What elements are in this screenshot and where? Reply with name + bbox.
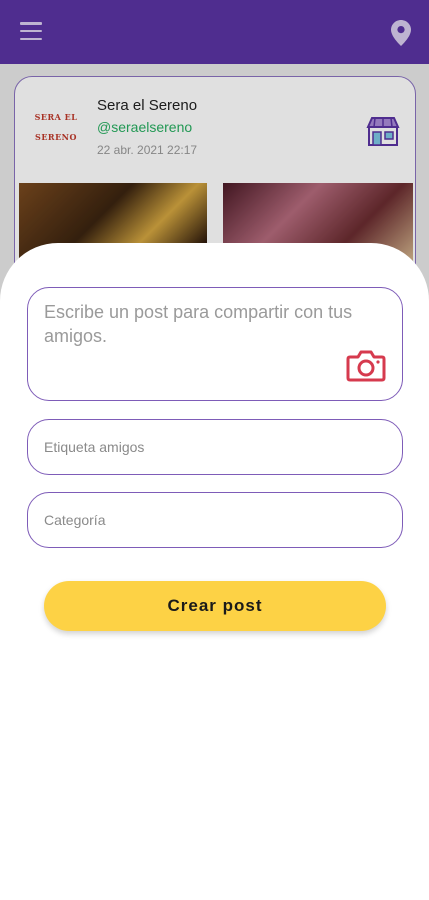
create-post-button[interactable]: Crear post — [44, 581, 386, 631]
post-text-field[interactable]: Escribe un post para compartir con tus a… — [27, 287, 403, 401]
tag-friends-placeholder[interactable]: Etiqueta amigos — [44, 439, 144, 455]
post-text-placeholder[interactable]: Escribe un post para compartir con tus a… — [44, 300, 388, 348]
tag-friends-input[interactable]: Etiqueta amigos — [27, 419, 403, 475]
category-placeholder[interactable]: Categoría — [44, 512, 105, 528]
create-post-sheet: Escribe un post para compartir con tus a… — [0, 243, 429, 900]
camera-icon[interactable] — [346, 348, 386, 382]
category-input[interactable]: Categoría — [27, 492, 403, 548]
